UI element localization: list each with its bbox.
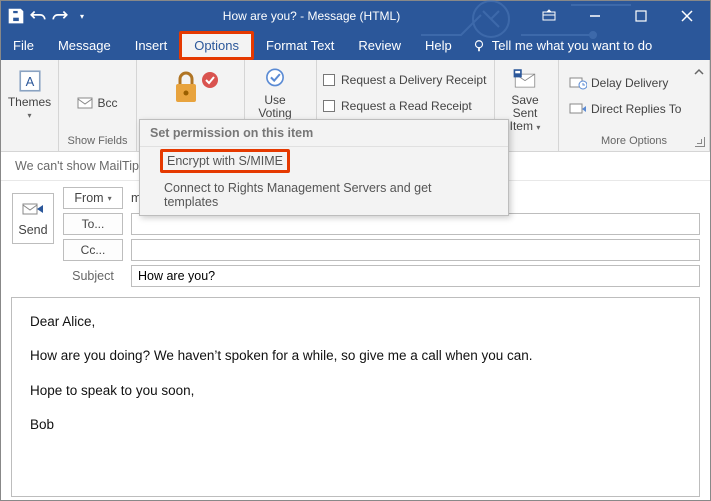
body-line: Bob bbox=[30, 415, 681, 435]
minimize-button[interactable] bbox=[572, 1, 618, 31]
themes-label: Themes bbox=[8, 96, 51, 109]
request-delivery-receipt[interactable]: Request a Delivery Receipt bbox=[323, 72, 486, 88]
undo-icon[interactable] bbox=[29, 7, 47, 25]
message-body[interactable]: Dear Alice, How are you doing? We haven’… bbox=[11, 297, 700, 497]
tell-me-label: Tell me what you want to do bbox=[492, 38, 652, 53]
to-field[interactable] bbox=[131, 213, 700, 235]
tab-formattext[interactable]: Format Text bbox=[254, 31, 346, 60]
subject-label: Subject bbox=[63, 269, 123, 283]
connect-rms-item[interactable]: Connect to Rights Management Servers and… bbox=[140, 175, 508, 215]
send-button[interactable]: Send bbox=[12, 193, 53, 244]
bcc-button[interactable]: Bcc bbox=[73, 94, 121, 112]
title-bar: ▾ How are you? - Message (HTML) bbox=[1, 1, 710, 31]
request-read-receipt[interactable]: Request a Read Receipt bbox=[323, 98, 472, 114]
window-controls bbox=[526, 1, 710, 31]
encrypt-sign-icons bbox=[168, 60, 214, 120]
ribbon-tabs: File Message Insert Options Format Text … bbox=[1, 31, 710, 60]
cc-button[interactable]: Cc... bbox=[63, 239, 123, 261]
body-line: Dear Alice, bbox=[30, 312, 681, 332]
cc-field[interactable] bbox=[131, 239, 700, 261]
direct-replies-to-button[interactable]: Direct Replies To bbox=[565, 100, 685, 118]
collapse-ribbon-icon[interactable] bbox=[693, 66, 705, 81]
popup-header: Set permission on this item bbox=[140, 120, 508, 147]
group-show-fields: Bcc Show Fields bbox=[59, 60, 137, 151]
dialog-launcher-icon[interactable] bbox=[695, 137, 705, 147]
bcc-label: Bcc bbox=[97, 96, 117, 110]
save-icon[interactable] bbox=[7, 7, 25, 25]
group-themes: A Themes ▾ bbox=[1, 60, 59, 151]
more-options-label: More Options bbox=[565, 133, 703, 151]
chevron-down-icon: ▾ bbox=[27, 111, 31, 120]
tab-file[interactable]: File bbox=[1, 31, 46, 60]
tab-insert[interactable]: Insert bbox=[123, 31, 180, 60]
tab-options[interactable]: Options bbox=[179, 31, 254, 60]
tell-me[interactable]: Tell me what you want to do bbox=[464, 31, 660, 60]
window-title: How are you? - Message (HTML) bbox=[97, 9, 526, 23]
body-line: Hope to speak to you soon, bbox=[30, 381, 681, 401]
encrypt-dropdown: Set permission on this item Encrypt with… bbox=[139, 119, 509, 216]
show-fields-label: Show Fields bbox=[65, 133, 130, 151]
close-button[interactable] bbox=[664, 1, 710, 31]
tab-review[interactable]: Review bbox=[346, 31, 413, 60]
quick-access-toolbar: ▾ bbox=[1, 7, 97, 25]
ribbon-options: A Themes ▾ Bcc Show Fields bbox=[1, 60, 710, 152]
themes-button[interactable]: A Themes ▾ bbox=[7, 64, 52, 120]
ribbon-options-icon[interactable] bbox=[526, 1, 572, 31]
body-line: How are you doing? We haven’t spoken for… bbox=[30, 346, 681, 366]
send-label: Send bbox=[18, 223, 47, 237]
maximize-button[interactable] bbox=[618, 1, 664, 31]
qat-more-icon[interactable]: ▾ bbox=[73, 7, 91, 25]
tab-help[interactable]: Help bbox=[413, 31, 464, 60]
svg-text:A: A bbox=[25, 74, 34, 89]
delay-delivery-button[interactable]: Delay Delivery bbox=[565, 74, 672, 92]
from-button[interactable]: From▾ bbox=[63, 187, 123, 209]
encrypt-smime-item[interactable]: Encrypt with S/MIME bbox=[160, 149, 290, 173]
to-button[interactable]: To... bbox=[63, 213, 123, 235]
redo-icon[interactable] bbox=[51, 7, 69, 25]
group-more-options: Delay Delivery Direct Replies To More Op… bbox=[559, 60, 710, 151]
tab-message[interactable]: Message bbox=[46, 31, 123, 60]
subject-field[interactable] bbox=[131, 265, 700, 287]
